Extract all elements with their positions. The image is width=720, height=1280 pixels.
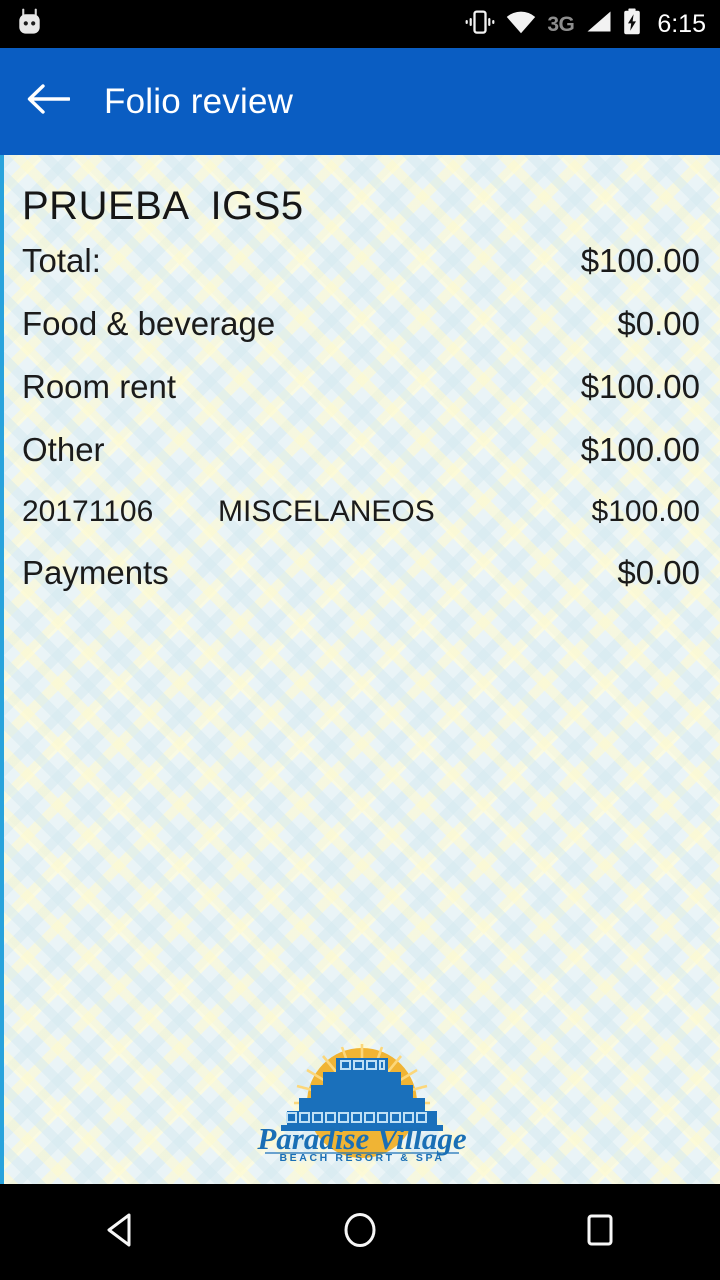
category-amount: $100.00 bbox=[580, 431, 700, 468]
network-type-label: 3G bbox=[547, 12, 575, 36]
charge-detail-row[interactable]: 20171106 MISCELANEOS $100.00 bbox=[22, 495, 700, 529]
logo-wordmark: Paradise Village bbox=[256, 1121, 466, 1156]
category-label: Room rent bbox=[22, 368, 177, 405]
logo-tagline: BEACH RESORT & SPA bbox=[279, 1152, 444, 1162]
payments-row[interactable]: Payments $0.00 bbox=[22, 554, 700, 592]
category-row-room-rent[interactable]: Room rent $100.00 bbox=[22, 368, 700, 406]
status-bar-left bbox=[16, 8, 43, 41]
android-navigation-bar bbox=[0, 1184, 720, 1280]
nav-home-button[interactable] bbox=[280, 1184, 440, 1280]
phone-screen: 3G 6:15 Folio review PRUEBA IGS5 Total: … bbox=[0, 0, 720, 1280]
folio-sheet: PRUEBA IGS5 Total: $100.00 Food & bevera… bbox=[4, 155, 720, 592]
clock-label: 6:15 bbox=[657, 9, 706, 38]
resort-logo: Paradise Village BEACH RESORT & SPA bbox=[4, 1040, 720, 1167]
payments-amount: $0.00 bbox=[617, 554, 700, 591]
wifi-icon bbox=[506, 10, 536, 39]
nav-back-triangle-icon bbox=[103, 1212, 137, 1253]
paradise-village-logo-graphic: Paradise Village BEACH RESORT & SPA bbox=[237, 1040, 487, 1167]
signal-bars-icon bbox=[585, 10, 612, 38]
category-label: Other bbox=[22, 431, 105, 468]
battery-charging-icon bbox=[623, 8, 641, 40]
nav-back-button[interactable] bbox=[40, 1184, 200, 1280]
category-row-food-beverage[interactable]: Food & beverage $0.00 bbox=[22, 305, 700, 343]
nav-recents-square-icon bbox=[584, 1212, 616, 1253]
total-amount: $100.00 bbox=[580, 242, 700, 279]
nav-home-circle-icon bbox=[342, 1211, 378, 1254]
charge-description: MISCELANEOS bbox=[218, 495, 435, 528]
category-label: Food & beverage bbox=[22, 305, 276, 342]
category-amount: $0.00 bbox=[617, 305, 700, 342]
page-title: Folio review bbox=[104, 81, 294, 121]
back-arrow-icon bbox=[26, 82, 71, 121]
app-bar: Folio review bbox=[0, 48, 720, 155]
guest-name: PRUEBA IGS5 bbox=[22, 184, 304, 228]
total-label: Total: bbox=[22, 242, 101, 279]
vibrate-icon bbox=[465, 9, 495, 40]
back-button[interactable] bbox=[0, 48, 96, 155]
category-row-other[interactable]: Other $100.00 bbox=[22, 431, 700, 469]
status-bar: 3G 6:15 bbox=[0, 0, 720, 48]
charge-detail-labels: 20171106 MISCELANEOS bbox=[22, 495, 435, 529]
nav-recents-button[interactable] bbox=[520, 1184, 680, 1280]
charge-date: 20171106 bbox=[22, 495, 154, 528]
total-row: Total: $100.00 bbox=[22, 242, 700, 280]
status-bar-right: 3G 6:15 bbox=[465, 8, 706, 40]
folio-content: PRUEBA IGS5 Total: $100.00 Food & bevera… bbox=[0, 155, 720, 1184]
category-amount: $100.00 bbox=[580, 368, 700, 405]
payments-label: Payments bbox=[22, 554, 169, 591]
android-mascot-icon bbox=[16, 8, 43, 41]
charge-amount: $100.00 bbox=[591, 495, 700, 528]
